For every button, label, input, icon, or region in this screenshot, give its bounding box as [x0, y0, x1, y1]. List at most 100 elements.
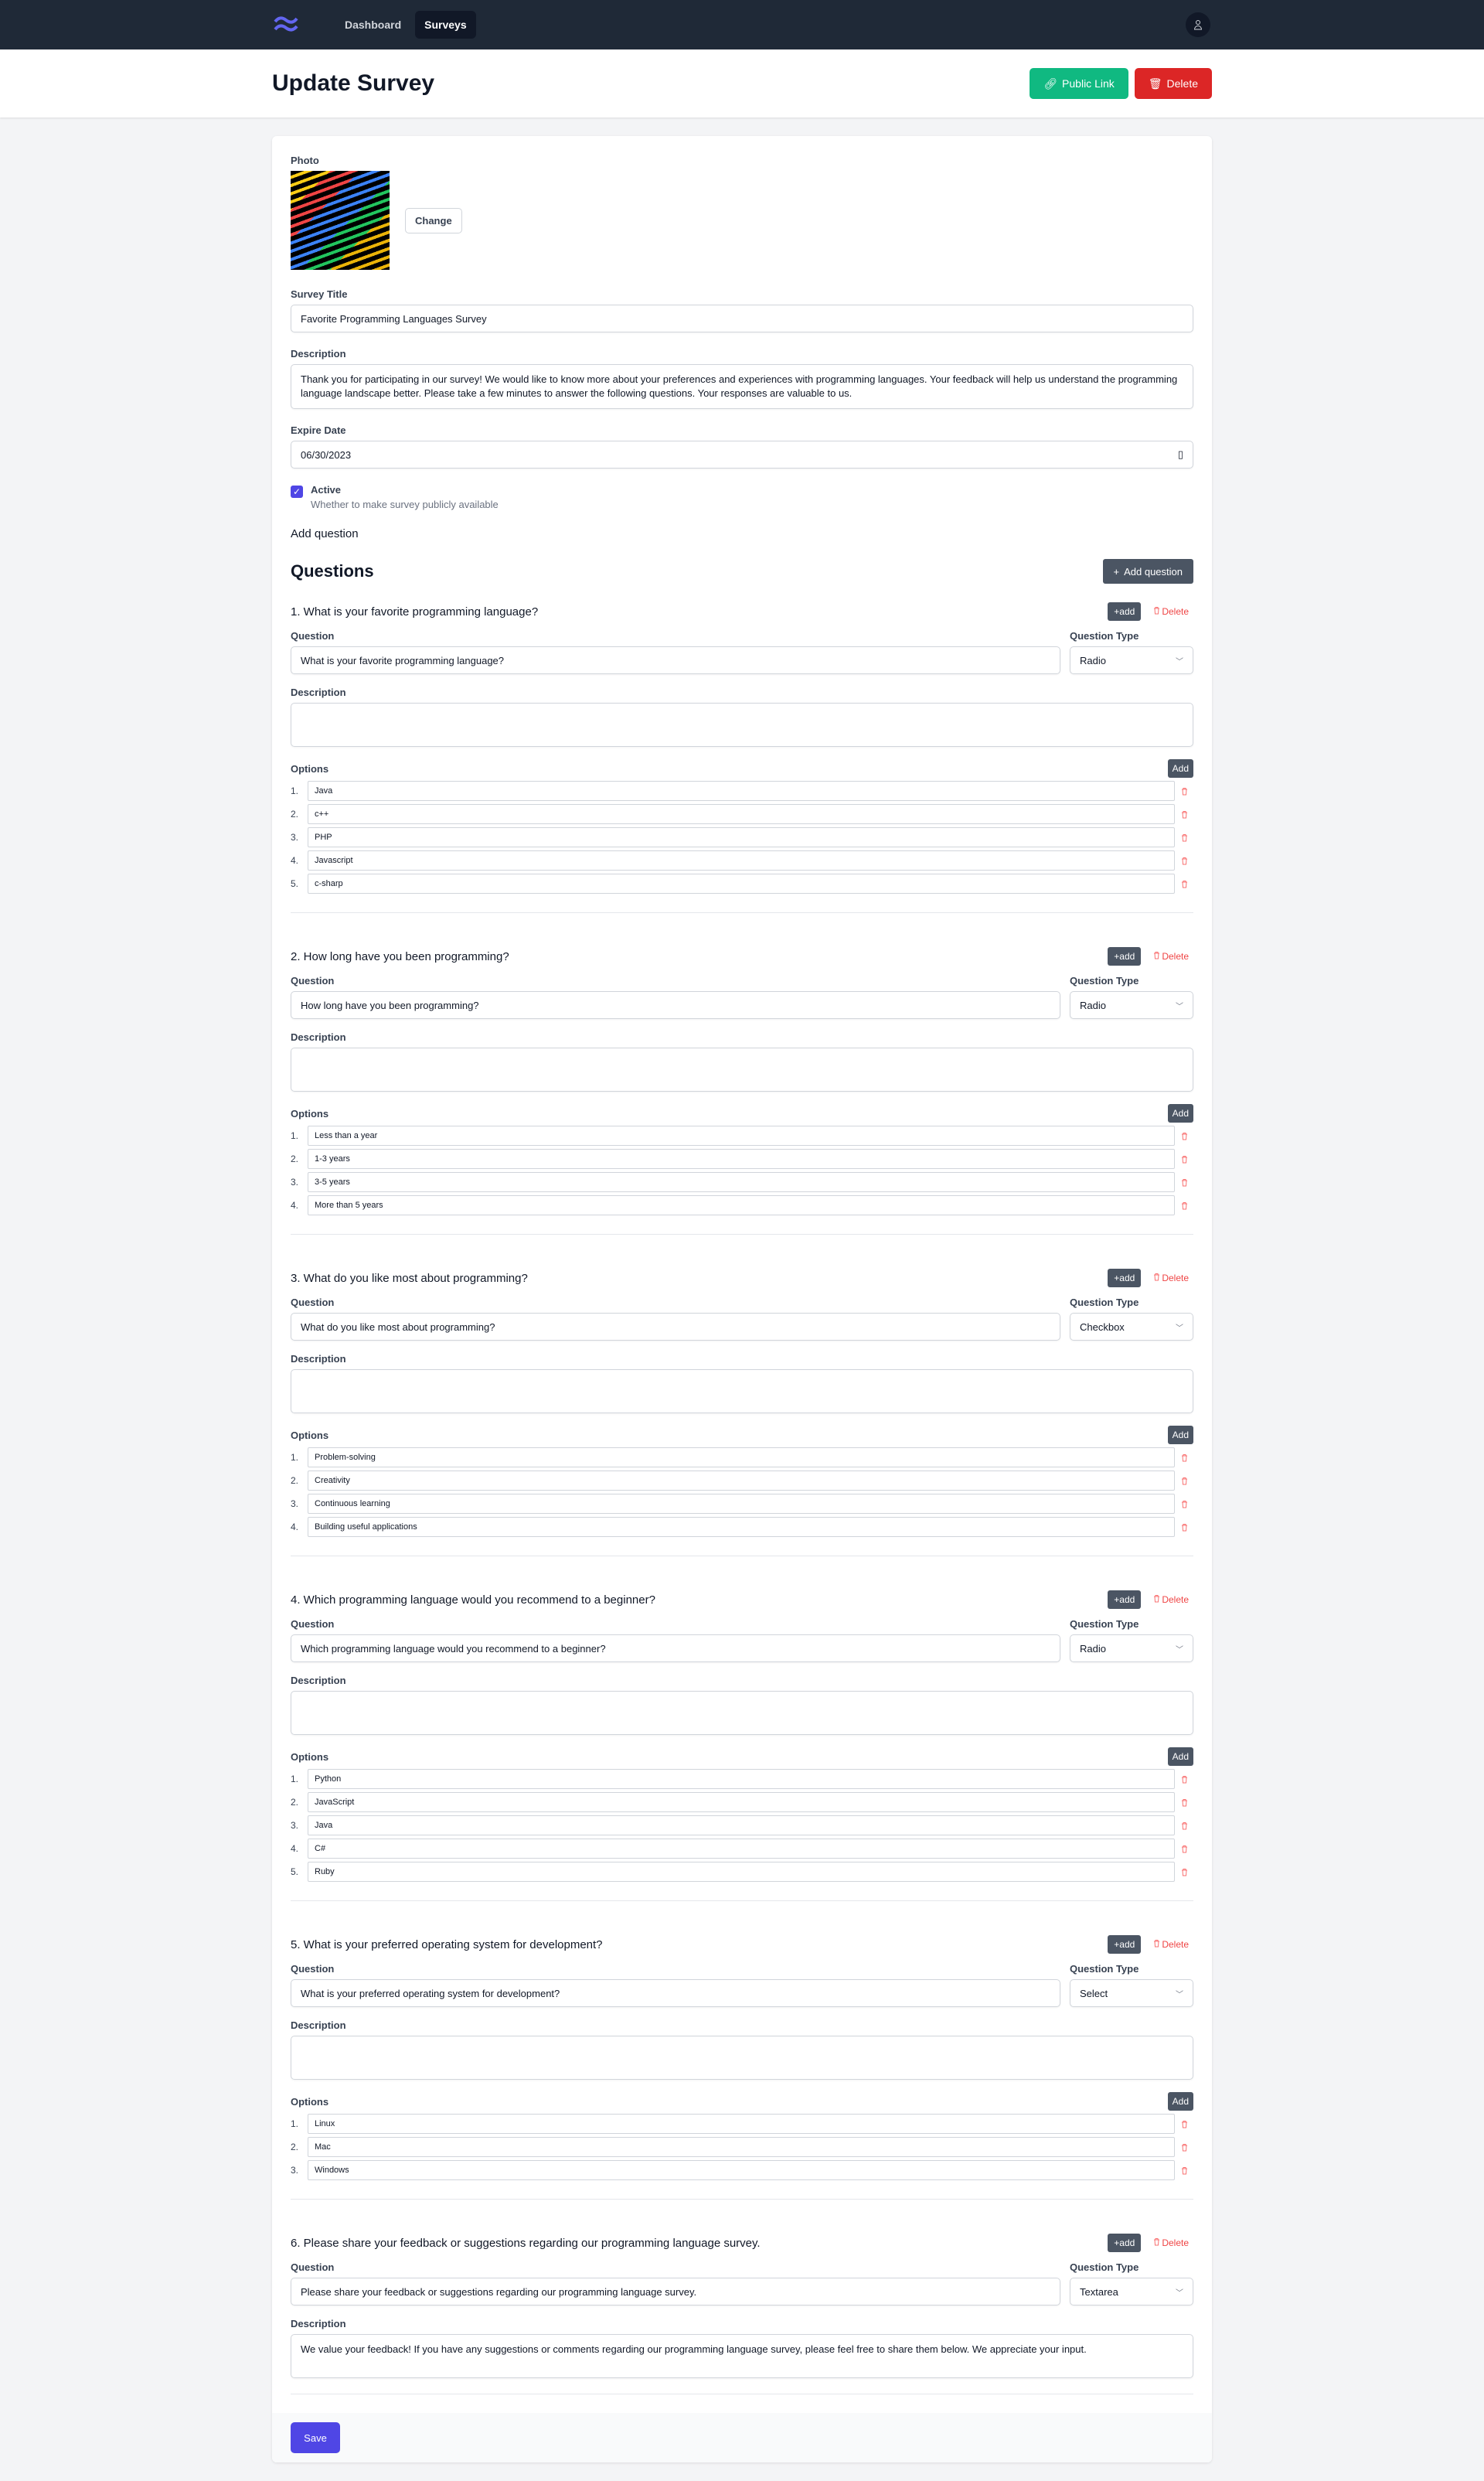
- option-input[interactable]: Java: [308, 781, 1175, 801]
- option-input[interactable]: Ruby: [308, 1862, 1175, 1882]
- calendar-icon[interactable]: ▯: [1178, 448, 1183, 461]
- add-question-after-button[interactable]: + add: [1108, 602, 1142, 621]
- delete-option-icon[interactable]: [1175, 880, 1193, 888]
- delete-option-icon[interactable]: [1175, 1798, 1193, 1807]
- delete-question-button[interactable]: Delete: [1149, 2237, 1193, 2248]
- option-number: 4.: [291, 1522, 299, 1532]
- question-type-select[interactable]: Checkbox ﹀: [1070, 1313, 1193, 1341]
- option-input[interactable]: Creativity: [308, 1471, 1175, 1491]
- delete-label: Delete: [1162, 1594, 1189, 1605]
- nav-dashboard[interactable]: Dashboard: [335, 11, 410, 39]
- logo-icon[interactable]: [272, 14, 300, 36]
- add-option-button[interactable]: Add: [1167, 759, 1193, 778]
- delete-option-icon[interactable]: [1175, 787, 1193, 796]
- question-type-select[interactable]: Textarea ﹀: [1070, 2278, 1193, 2305]
- delete-option-icon[interactable]: [1175, 810, 1193, 819]
- delete-option-icon[interactable]: [1175, 1822, 1193, 1830]
- option-input[interactable]: More than 5 years: [308, 1195, 1175, 1215]
- question-input[interactable]: What do you like most about programming?: [291, 1313, 1060, 1341]
- add-question-after-button[interactable]: + add: [1108, 2234, 1142, 2252]
- option-input[interactable]: PHP: [308, 827, 1175, 847]
- option-number: 2.: [291, 2142, 299, 2152]
- option-input[interactable]: 1-3 years: [308, 1149, 1175, 1169]
- delete-survey-button[interactable]: 🗑︎ Delete: [1134, 68, 1212, 99]
- question-description-textarea[interactable]: [291, 703, 1193, 747]
- add-question-after-button[interactable]: + add: [1108, 1269, 1142, 1287]
- user-menu-button[interactable]: [1186, 12, 1210, 37]
- delete-question-button[interactable]: Delete: [1149, 606, 1193, 617]
- change-photo-button[interactable]: Change: [405, 207, 462, 233]
- delete-option-icon[interactable]: [1175, 2166, 1193, 2175]
- add-question-after-button[interactable]: + add: [1108, 1590, 1142, 1609]
- option-input[interactable]: C#: [308, 1839, 1175, 1859]
- question-description-textarea[interactable]: We value your feedback! If you have any …: [291, 2334, 1193, 2378]
- delete-option-icon[interactable]: [1175, 2143, 1193, 2152]
- expire-date-input[interactable]: 06/30/2023 ▯: [291, 441, 1193, 469]
- option-input[interactable]: 3-5 years: [308, 1172, 1175, 1192]
- delete-option-icon[interactable]: [1175, 1775, 1193, 1784]
- question-type-select[interactable]: Radio ﹀: [1070, 991, 1193, 1019]
- delete-option-icon[interactable]: [1175, 1155, 1193, 1164]
- add-question-after-button[interactable]: + add: [1108, 1935, 1142, 1954]
- option-input[interactable]: Javascript: [308, 850, 1175, 871]
- option-input[interactable]: Building useful applications: [308, 1517, 1175, 1537]
- nav-surveys[interactable]: Surveys: [415, 11, 476, 39]
- delete-option-icon[interactable]: [1175, 857, 1193, 865]
- option-input[interactable]: Continuous learning: [308, 1494, 1175, 1514]
- question-input[interactable]: How long have you been programming?: [291, 991, 1060, 1019]
- delete-question-button[interactable]: Delete: [1149, 1594, 1193, 1605]
- question-type-select[interactable]: Select ﹀: [1070, 1979, 1193, 2007]
- question-description-textarea[interactable]: [291, 1048, 1193, 1092]
- option-input[interactable]: JavaScript: [308, 1792, 1175, 1812]
- delete-option-icon[interactable]: [1175, 1845, 1193, 1853]
- option-input[interactable]: Java: [308, 1815, 1175, 1835]
- survey-title-input[interactable]: Favorite Programming Languages Survey: [291, 305, 1193, 332]
- question-input[interactable]: Which programming language would you rec…: [291, 1634, 1060, 1662]
- delete-option-icon[interactable]: [1175, 1201, 1193, 1210]
- active-checkbox[interactable]: ✓: [291, 486, 303, 498]
- delete-option-icon[interactable]: [1175, 1500, 1193, 1508]
- question-description-label: Description: [291, 1675, 346, 1686]
- question-description-textarea[interactable]: [291, 1691, 1193, 1735]
- survey-description-textarea[interactable]: Thank you for participating in our surve…: [291, 364, 1193, 409]
- delete-option-icon[interactable]: [1175, 1523, 1193, 1532]
- question-input[interactable]: What is your favorite programming langua…: [291, 646, 1060, 674]
- delete-label: Delete: [1162, 951, 1189, 962]
- option-input[interactable]: c++: [308, 804, 1175, 824]
- add-option-button[interactable]: Add: [1167, 1747, 1193, 1766]
- delete-option-icon[interactable]: [1175, 1178, 1193, 1187]
- question-type-select[interactable]: Radio ﹀: [1070, 1634, 1193, 1662]
- add-question-button[interactable]: + Add question: [1102, 559, 1193, 584]
- add-label: add: [1119, 1939, 1135, 1950]
- delete-option-icon[interactable]: [1175, 1453, 1193, 1462]
- page-title: Update Survey: [272, 70, 435, 96]
- option-input[interactable]: Problem-solving: [308, 1447, 1175, 1467]
- question-description-textarea[interactable]: [291, 2036, 1193, 2080]
- option-input[interactable]: Less than a year: [308, 1126, 1175, 1146]
- option-input[interactable]: c-sharp: [308, 874, 1175, 894]
- add-option-button[interactable]: Add: [1167, 1104, 1193, 1123]
- delete-option-icon[interactable]: [1175, 1132, 1193, 1140]
- question-input[interactable]: What is your preferred operating system …: [291, 1979, 1060, 2007]
- delete-question-button[interactable]: Delete: [1149, 1939, 1193, 1950]
- delete-question-button[interactable]: Delete: [1149, 951, 1193, 962]
- question-input[interactable]: Please share your feedback or suggestion…: [291, 2278, 1060, 2305]
- question-description-textarea[interactable]: [291, 1369, 1193, 1413]
- add-option-button[interactable]: Add: [1167, 1426, 1193, 1444]
- add-option-button[interactable]: Add: [1167, 2092, 1193, 2111]
- option-input[interactable]: Mac: [308, 2137, 1175, 2157]
- delete-option-icon[interactable]: [1175, 1477, 1193, 1485]
- option-input[interactable]: Python: [308, 1769, 1175, 1789]
- public-link-button[interactable]: 🔗︎ Public Link: [1030, 68, 1128, 99]
- option-input[interactable]: Linux: [308, 2114, 1175, 2134]
- option-input[interactable]: Windows: [308, 2160, 1175, 2180]
- delete-option-icon[interactable]: [1175, 1868, 1193, 1876]
- delete-option-icon[interactable]: [1175, 833, 1193, 842]
- save-button[interactable]: Save: [291, 2422, 340, 2453]
- add-question-after-button[interactable]: + add: [1108, 947, 1142, 966]
- delete-option-icon[interactable]: [1175, 2120, 1193, 2128]
- question-type-select[interactable]: Radio ﹀: [1070, 646, 1193, 674]
- option-number: 2.: [291, 1797, 299, 1808]
- delete-question-button[interactable]: Delete: [1149, 1273, 1193, 1283]
- add-label: add: [1119, 1594, 1135, 1605]
